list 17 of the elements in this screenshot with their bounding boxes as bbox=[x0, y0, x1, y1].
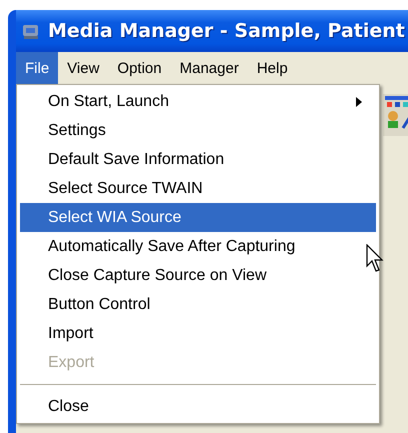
menu-bar-item[interactable]: File bbox=[16, 52, 58, 84]
menu-item[interactable]: Settings bbox=[20, 116, 376, 145]
submenu-arrow-icon bbox=[356, 97, 362, 107]
menu-item[interactable]: Default Save Information bbox=[20, 145, 376, 174]
toolbar-drawing bbox=[383, 94, 408, 136]
menu-item[interactable]: Select WIA Source bbox=[20, 203, 376, 232]
menu-item[interactable]: Select Source TWAIN bbox=[20, 174, 376, 203]
menu-item[interactable]: Close Capture Source on View bbox=[20, 261, 376, 290]
window-title: Media Manager - Sample, Patient bbox=[48, 20, 405, 42]
menu-item[interactable]: On Start, Launch bbox=[20, 87, 376, 116]
menu-bar-item[interactable]: View bbox=[58, 52, 108, 84]
menu-item[interactable]: Button Control bbox=[20, 290, 376, 319]
menu-item[interactable]: Import bbox=[20, 319, 376, 348]
menu-bar-item[interactable]: Option bbox=[108, 52, 171, 84]
menu-item[interactable]: Close bbox=[20, 392, 376, 421]
menu-bar-item[interactable]: Help bbox=[248, 52, 297, 84]
menu-bar-item[interactable]: Manager bbox=[170, 52, 248, 84]
